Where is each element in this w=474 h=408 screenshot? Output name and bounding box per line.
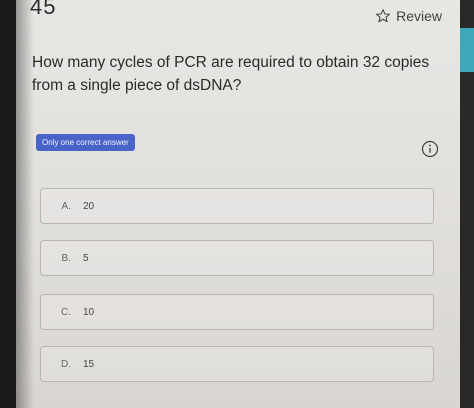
option-b[interactable]: B. 5 [40,240,434,276]
info-circle-icon[interactable] [421,140,439,158]
option-letter: B. [61,252,71,264]
option-a[interactable]: A. 20 [40,188,434,224]
option-letter: C. [61,306,71,318]
question-number: 45 [30,0,57,19]
side-tab[interactable] [460,28,474,72]
answer-type-badge: Only one correct answer [36,134,135,151]
quiz-screen: 45 Review How many cycles of PCR are req… [16,0,460,408]
option-letter: A. [61,200,71,212]
review-button[interactable]: Review [375,8,442,24]
option-text: 5 [83,252,89,264]
option-d[interactable]: D. 15 [40,346,434,382]
question-text: How many cycles of PCR are required to o… [32,54,430,94]
option-text: 10 [83,306,95,318]
option-text: 20 [83,200,95,212]
review-label: Review [396,8,442,24]
option-text: 15 [83,358,95,370]
option-letter: D. [61,358,71,370]
option-c[interactable]: C. 10 [40,294,434,330]
star-outline-icon [376,9,391,23]
